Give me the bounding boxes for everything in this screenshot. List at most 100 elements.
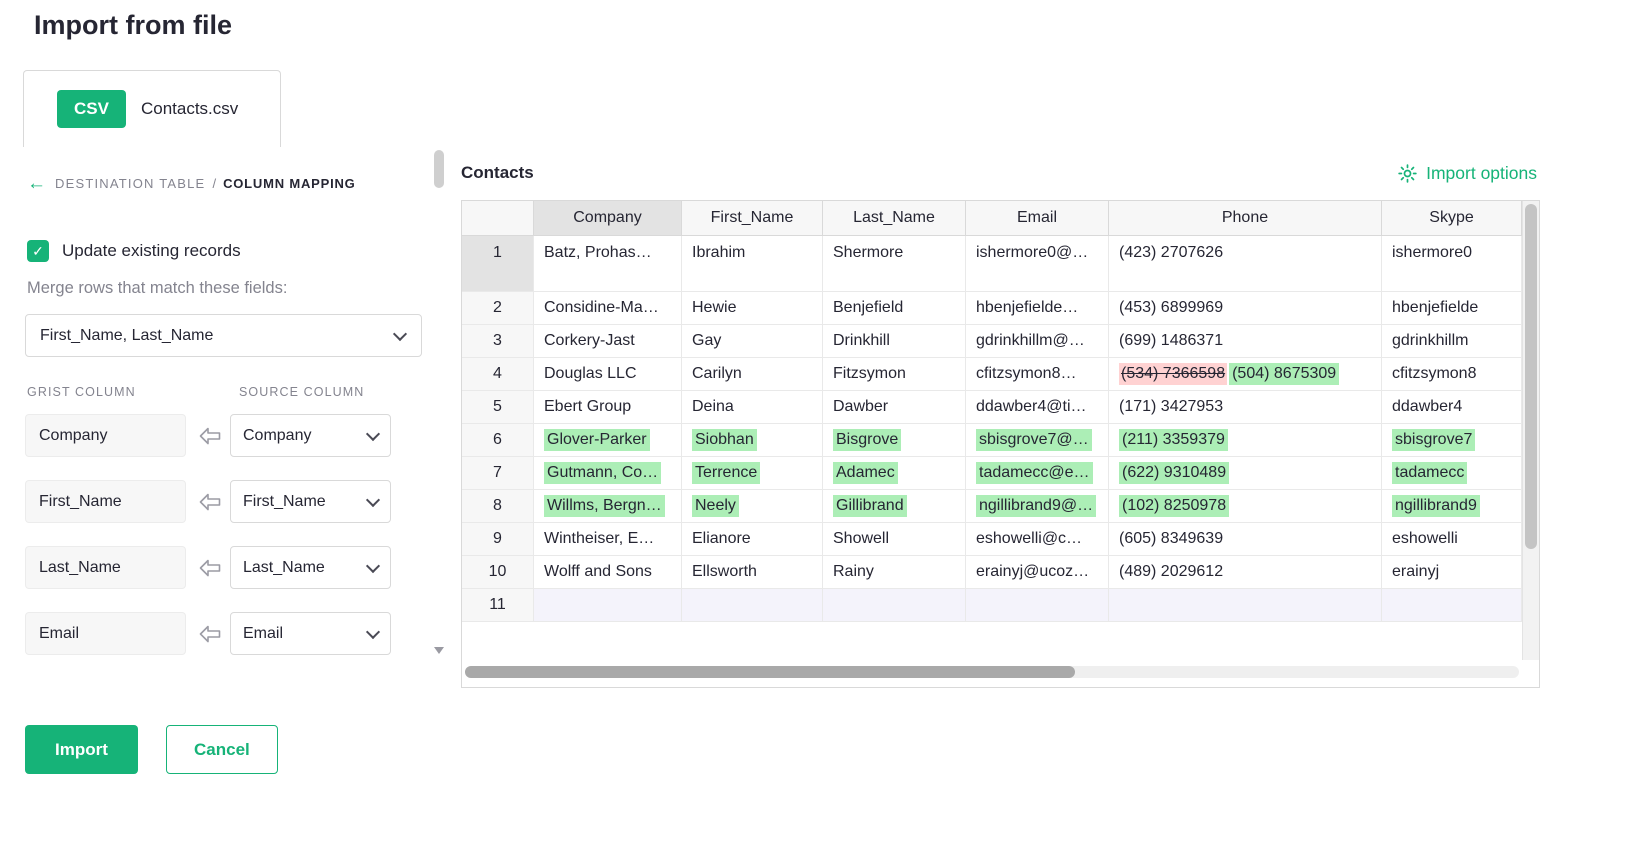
cell-email[interactable]: eshowelli@c… bbox=[966, 523, 1109, 556]
cell-company[interactable]: Douglas LLC bbox=[534, 358, 682, 391]
cell-phone[interactable]: (453) 6899969 bbox=[1109, 292, 1382, 325]
cell-company[interactable]: Wintheiser, E… bbox=[534, 523, 682, 556]
cell-last-name[interactable]: Adamec bbox=[823, 457, 966, 490]
cell-email[interactable]: hbenjefielde… bbox=[966, 292, 1109, 325]
cell-company[interactable]: Willms, Bergn… bbox=[534, 490, 682, 523]
column-header-last-name[interactable]: Last_Name bbox=[823, 201, 966, 236]
cancel-button[interactable]: Cancel bbox=[166, 725, 278, 774]
source-column-select[interactable]: Company bbox=[230, 414, 391, 457]
cell-phone[interactable]: (605) 8349639 bbox=[1109, 523, 1382, 556]
cell-skype[interactable]: gdrinkhillm bbox=[1382, 325, 1522, 358]
row-number[interactable]: 4 bbox=[462, 358, 534, 391]
cell-email[interactable]: tadamecc@e… bbox=[966, 457, 1109, 490]
cell-company[interactable]: Considine-Ma… bbox=[534, 292, 682, 325]
cell-first-name[interactable]: Elianore bbox=[682, 523, 823, 556]
cell-phone[interactable]: (423) 2707626 bbox=[1109, 236, 1382, 292]
row-number[interactable]: 3 bbox=[462, 325, 534, 358]
cell-phone[interactable] bbox=[1109, 589, 1382, 622]
grist-column-field[interactable]: First_Name bbox=[25, 480, 186, 523]
cell-company[interactable] bbox=[534, 589, 682, 622]
cell-first-name[interactable]: Carilyn bbox=[682, 358, 823, 391]
cell-skype[interactable]: ishermore0 bbox=[1382, 236, 1522, 292]
destination-table-back-link[interactable]: ← DESTINATION TABLE bbox=[27, 174, 205, 193]
cell-phone[interactable]: (489) 2029612 bbox=[1109, 556, 1382, 589]
cell-first-name[interactable] bbox=[682, 589, 823, 622]
cell-email[interactable]: gdrinkhillm@… bbox=[966, 325, 1109, 358]
cell-email[interactable]: erainyj@ucoz… bbox=[966, 556, 1109, 589]
cell-last-name[interactable]: Shermore bbox=[823, 236, 966, 292]
cell-company[interactable]: Wolff and Sons bbox=[534, 556, 682, 589]
cell-skype[interactable]: sbisgrove7 bbox=[1382, 424, 1522, 457]
cell-last-name[interactable]: Rainy bbox=[823, 556, 966, 589]
cell-company[interactable]: Ebert Group bbox=[534, 391, 682, 424]
cell-phone[interactable]: (622) 9310489 bbox=[1109, 457, 1382, 490]
cell-skype[interactable]: erainyj bbox=[1382, 556, 1522, 589]
cell-phone[interactable]: (699) 1486371 bbox=[1109, 325, 1382, 358]
source-column-select[interactable]: First_Name bbox=[230, 480, 391, 523]
row-number[interactable]: 9 bbox=[462, 523, 534, 556]
cell-skype[interactable]: ngillibrand9 bbox=[1382, 490, 1522, 523]
source-column-select[interactable]: Email bbox=[230, 612, 391, 655]
cell-skype[interactable]: cfitzsymon8 bbox=[1382, 358, 1522, 391]
cell-email[interactable]: sbisgrove7@… bbox=[966, 424, 1109, 457]
cell-first-name[interactable]: Neely bbox=[682, 490, 823, 523]
cell-company[interactable]: Corkery-Jast bbox=[534, 325, 682, 358]
cell-first-name[interactable]: Ellsworth bbox=[682, 556, 823, 589]
row-number[interactable]: 7 bbox=[462, 457, 534, 490]
cell-last-name[interactable]: Dawber bbox=[823, 391, 966, 424]
grist-column-field[interactable]: Email bbox=[25, 612, 186, 655]
row-number[interactable]: 6 bbox=[462, 424, 534, 457]
cell-first-name[interactable]: Ibrahim bbox=[682, 236, 823, 292]
cell-last-name[interactable]: Gillibrand bbox=[823, 490, 966, 523]
horizontal-scrollbar-thumb[interactable] bbox=[465, 666, 1075, 678]
cell-phone[interactable]: (102) 8250978 bbox=[1109, 490, 1382, 523]
file-tab[interactable]: CSV Contacts.csv bbox=[23, 70, 281, 147]
cell-skype[interactable] bbox=[1382, 589, 1522, 622]
row-number[interactable]: 11 bbox=[462, 589, 534, 622]
cell-last-name[interactable]: Bisgrove bbox=[823, 424, 966, 457]
cell-skype[interactable]: hbenjefielde bbox=[1382, 292, 1522, 325]
cell-last-name[interactable]: Showell bbox=[823, 523, 966, 556]
cell-email[interactable]: ddawber4@ti… bbox=[966, 391, 1109, 424]
cell-company[interactable]: Batz, Prohas… bbox=[534, 236, 682, 292]
row-number[interactable]: 5 bbox=[462, 391, 534, 424]
column-header-skype[interactable]: Skype bbox=[1382, 201, 1522, 236]
cell-last-name[interactable]: Drinkhill bbox=[823, 325, 966, 358]
cell-skype[interactable]: tadamecc bbox=[1382, 457, 1522, 490]
column-header-email[interactable]: Email bbox=[966, 201, 1109, 236]
grist-column-field[interactable]: Company bbox=[25, 414, 186, 457]
cell-company[interactable]: Glover-Parker bbox=[534, 424, 682, 457]
row-number[interactable]: 8 bbox=[462, 490, 534, 523]
cell-last-name[interactable]: Benjefield bbox=[823, 292, 966, 325]
column-header-phone[interactable]: Phone bbox=[1109, 201, 1382, 236]
row-number[interactable]: 1 bbox=[462, 236, 534, 292]
grist-column-field[interactable]: Last_Name bbox=[25, 546, 186, 589]
cell-phone[interactable]: (534) 7366598(504) 8675309 bbox=[1109, 358, 1382, 391]
source-column-select[interactable]: Last_Name bbox=[230, 546, 391, 589]
cell-email[interactable]: cfitzsymon8… bbox=[966, 358, 1109, 391]
cell-first-name[interactable]: Hewie bbox=[682, 292, 823, 325]
update-existing-checkbox[interactable]: ✓ bbox=[27, 240, 49, 262]
import-button[interactable]: Import bbox=[25, 725, 138, 774]
cell-company[interactable]: Gutmann, Co… bbox=[534, 457, 682, 490]
import-options-link[interactable]: Import options bbox=[1398, 163, 1537, 184]
cell-skype[interactable]: eshowelli bbox=[1382, 523, 1522, 556]
cell-phone[interactable]: (171) 3427953 bbox=[1109, 391, 1382, 424]
cell-email[interactable]: ngillibrand9@… bbox=[966, 490, 1109, 523]
cell-email[interactable] bbox=[966, 589, 1109, 622]
left-scrollbar-thumb[interactable] bbox=[434, 150, 444, 188]
row-number[interactable]: 2 bbox=[462, 292, 534, 325]
cell-phone[interactable]: (211) 3359379 bbox=[1109, 424, 1382, 457]
cell-last-name[interactable] bbox=[823, 589, 966, 622]
cell-email[interactable]: ishermore0@… bbox=[966, 236, 1109, 292]
row-number[interactable]: 10 bbox=[462, 556, 534, 589]
cell-first-name[interactable]: Terrence bbox=[682, 457, 823, 490]
cell-skype[interactable]: ddawber4 bbox=[1382, 391, 1522, 424]
cell-first-name[interactable]: Deina bbox=[682, 391, 823, 424]
vertical-scrollbar-thumb[interactable] bbox=[1525, 204, 1537, 549]
column-header-first-name[interactable]: First_Name bbox=[682, 201, 823, 236]
scroll-down-arrow-icon[interactable] bbox=[434, 647, 444, 654]
cell-first-name[interactable]: Gay bbox=[682, 325, 823, 358]
column-header-company[interactable]: Company bbox=[534, 201, 682, 236]
corner-header-cell[interactable] bbox=[462, 201, 534, 236]
